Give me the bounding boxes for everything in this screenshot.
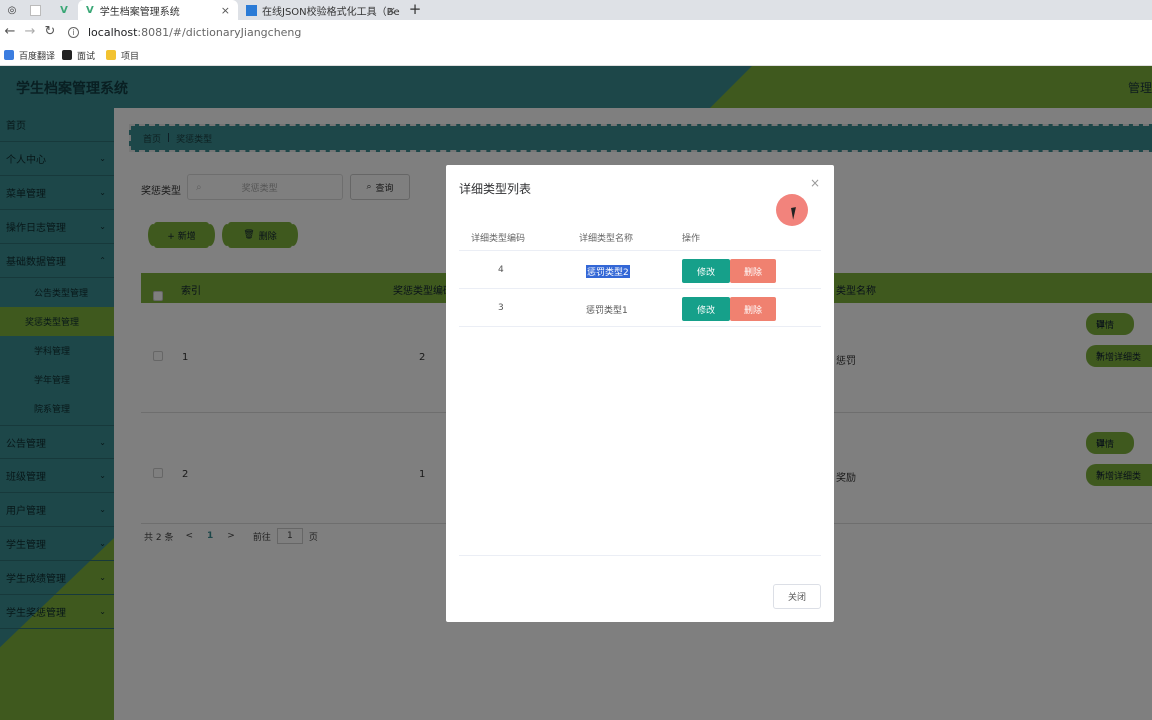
new-tab-button[interactable]: +: [406, 0, 424, 20]
tab-json-tool[interactable]: 在线JSON校验格式化工具（Be ×: [240, 0, 404, 20]
vue-logo-icon: V: [60, 4, 68, 16]
bookmark-projects[interactable]: 项目: [106, 48, 139, 62]
tab-student-system[interactable]: V 学生档案管理系统 ×: [78, 0, 238, 20]
address-bar: ← → ↻ i localhost:8081/#/dictionaryJiang…: [0, 20, 1152, 44]
blank-page-icon: [30, 4, 41, 16]
cell-detail-name: 惩罚类型1: [586, 306, 628, 316]
bookmark-label: 面试: [77, 51, 96, 62]
cell-detail-code: 3: [498, 303, 504, 313]
url-path: :8081/#/dictionaryJiangcheng: [137, 25, 302, 39]
bookmark-label: 百度翻译: [19, 51, 56, 62]
json-site-icon: [246, 4, 257, 16]
table-row: 3 惩罚类型1 修改 删除: [459, 289, 821, 327]
column-detail-code: 详细类型编码: [471, 234, 526, 244]
url-host: localhost: [88, 25, 138, 39]
tab-label: 学生档案管理系统: [99, 6, 180, 18]
bookmarks-bar: 百度翻译 面试 项目: [0, 44, 1152, 66]
bookmark-baidu-translate[interactable]: 百度翻译: [4, 48, 55, 62]
close-button[interactable]: 关闭: [773, 584, 821, 609]
url-field[interactable]: i localhost:8081/#/dictionaryJiangcheng: [68, 23, 301, 41]
cell-detail-name: 惩罚类型2: [586, 265, 630, 278]
reload-icon[interactable]: ↻: [41, 23, 59, 41]
tab-pinned-1[interactable]: ◎: [0, 0, 24, 20]
browser-tab-bar: ◎ V V 学生档案管理系统 × 在线JSON校验格式化工具（Be × +: [0, 0, 1152, 20]
tab-label: 在线JSON校验格式化工具（Be: [262, 6, 400, 18]
bookmark-interview[interactable]: 面试: [62, 48, 95, 62]
tab-pinned-2[interactable]: [26, 0, 50, 20]
info-icon[interactable]: i: [68, 26, 79, 38]
site-icon: [62, 50, 72, 60]
vue-logo-icon: V: [86, 4, 94, 16]
dialog-title: 详细类型列表: [459, 182, 532, 196]
delete-row-button[interactable]: 删除: [730, 259, 776, 283]
edit-button[interactable]: 修改: [682, 297, 730, 321]
browser-icon: ◎: [7, 4, 17, 16]
close-icon[interactable]: ×: [810, 176, 820, 190]
forward-arrow-icon[interactable]: →: [21, 23, 39, 41]
detail-table-header: 详细类型编码 详细类型名称 操作: [459, 225, 821, 251]
delete-row-button[interactable]: 删除: [730, 297, 776, 321]
column-actions: 操作: [682, 234, 701, 244]
detail-type-dialog: 详细类型列表 × 详细类型编码 详细类型名称 操作 4 惩罚类型2 修改 删除 …: [446, 165, 834, 622]
tab-pinned-3[interactable]: V: [52, 0, 76, 20]
translate-icon: [4, 50, 14, 60]
back-arrow-icon[interactable]: ←: [1, 23, 19, 41]
folder-icon: [106, 50, 116, 60]
cell-detail-code: 4: [498, 265, 504, 275]
close-tab-icon[interactable]: ×: [387, 4, 396, 17]
column-detail-name: 详细类型名称: [579, 234, 634, 244]
table-row: 4 惩罚类型2 修改 删除: [459, 251, 821, 289]
dialog-footer-divider: [459, 555, 821, 556]
close-tab-icon[interactable]: ×: [221, 4, 230, 17]
bookmark-label: 项目: [121, 51, 140, 62]
mouse-cursor-icon: [791, 206, 803, 220]
edit-button[interactable]: 修改: [682, 259, 730, 283]
